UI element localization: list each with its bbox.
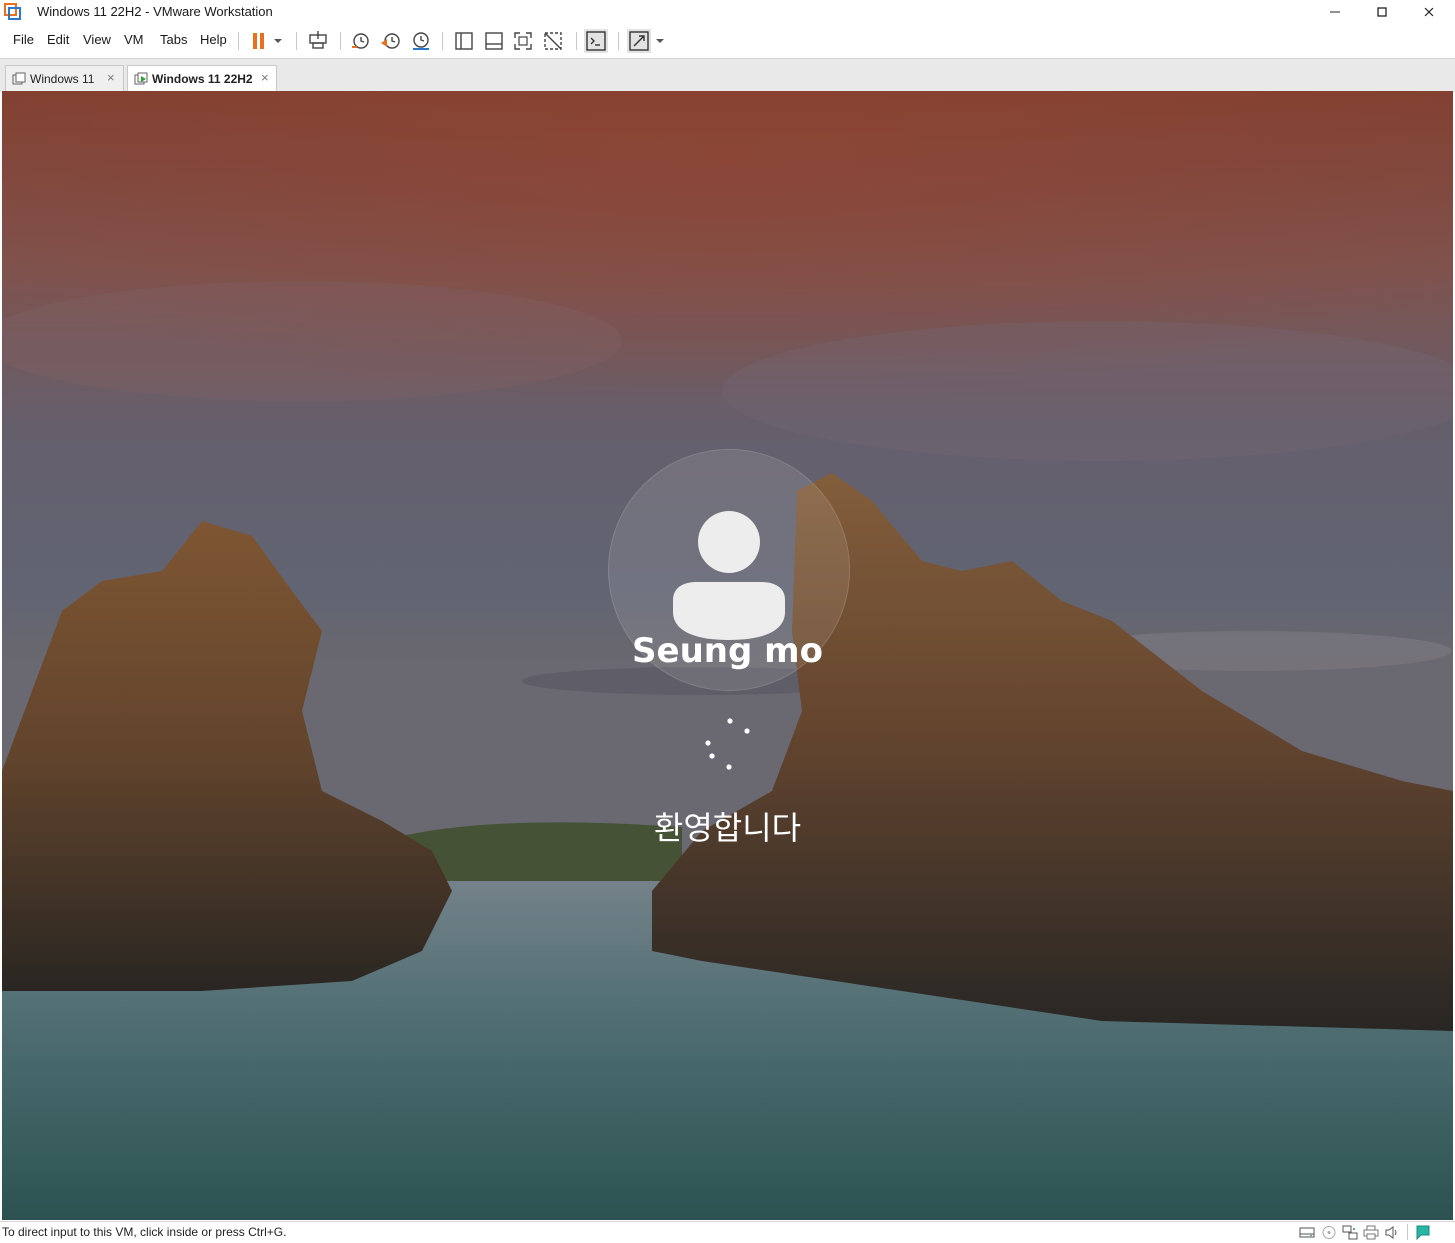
status-bar: To direct input to this VM, click inside… bbox=[0, 1221, 1455, 1243]
send-ctrl-alt-del-icon[interactable] bbox=[306, 29, 330, 53]
window-title: Windows 11 22H2 - VMware Workstation bbox=[37, 4, 273, 19]
menu-toolbar: File Edit View VM Tabs Help bbox=[0, 24, 1455, 57]
vm-display[interactable]: Seung mo 환영합니다 bbox=[2, 91, 1453, 1220]
maximize-button[interactable] bbox=[1359, 0, 1405, 23]
tab-strip: Windows 11 × Windows 11 22H2 × bbox=[0, 58, 1455, 92]
loading-spinner-icon bbox=[705, 718, 750, 770]
toolbar-separator bbox=[618, 32, 619, 50]
vm-running-tab-icon bbox=[134, 72, 148, 85]
full-screen-icon[interactable] bbox=[511, 29, 535, 53]
tab-label: Windows 11 bbox=[30, 72, 95, 86]
close-button[interactable] bbox=[1406, 0, 1452, 23]
snapshot-revert-icon[interactable] bbox=[379, 29, 403, 53]
minimize-button[interactable] bbox=[1312, 0, 1358, 23]
cd-dvd-icon[interactable] bbox=[1321, 1225, 1337, 1240]
menu-view[interactable]: View bbox=[83, 32, 111, 47]
status-separator bbox=[1407, 1224, 1408, 1240]
toolbar-separator bbox=[296, 32, 297, 50]
toolbar-separator bbox=[576, 32, 577, 50]
show-library-icon[interactable] bbox=[452, 29, 476, 53]
tab-windows-11-22h2[interactable]: Windows 11 22H2 × bbox=[127, 65, 277, 92]
snapshot-manager-icon[interactable] bbox=[409, 29, 433, 53]
user-name: Seung mo bbox=[632, 631, 823, 671]
toolbar-separator bbox=[340, 32, 341, 50]
close-tab-icon[interactable]: × bbox=[261, 70, 269, 85]
sound-icon[interactable] bbox=[1384, 1225, 1400, 1240]
printer-icon[interactable] bbox=[1363, 1225, 1379, 1240]
dropdown-arrow-icon[interactable] bbox=[270, 29, 286, 53]
menu-help[interactable]: Help bbox=[200, 32, 227, 47]
vmware-app-icon bbox=[4, 3, 21, 20]
welcome-message: 환영합니다 bbox=[653, 809, 802, 847]
console-view-icon[interactable] bbox=[584, 29, 608, 53]
vm-tab-icon bbox=[12, 72, 26, 85]
maximize-icon bbox=[1377, 6, 1387, 17]
menu-edit[interactable]: Edit bbox=[47, 32, 69, 47]
tab-windows-11[interactable]: Windows 11 × bbox=[5, 65, 124, 91]
stretch-guest-icon[interactable] bbox=[627, 29, 651, 53]
menu-vm[interactable]: VM bbox=[124, 32, 144, 47]
tab-label: Windows 11 22H2 bbox=[152, 72, 253, 86]
stretch-dropdown-icon[interactable] bbox=[652, 29, 668, 53]
menu-tabs[interactable]: Tabs bbox=[160, 32, 187, 47]
snapshot-take-icon[interactable] bbox=[349, 29, 373, 53]
network-icon[interactable] bbox=[1342, 1225, 1358, 1240]
menu-file[interactable]: File bbox=[13, 32, 34, 47]
close-tab-icon[interactable]: × bbox=[107, 70, 115, 85]
title-bar: Windows 11 22H2 - VMware Workstation bbox=[0, 0, 1455, 23]
unity-icon[interactable] bbox=[541, 29, 565, 53]
message-log-icon[interactable] bbox=[1415, 1225, 1431, 1240]
status-hint: To direct input to this VM, click inside… bbox=[2, 1225, 287, 1239]
pause-icon[interactable] bbox=[246, 29, 270, 53]
hard-disk-icon[interactable] bbox=[1299, 1225, 1315, 1240]
show-thumbnail-icon[interactable] bbox=[482, 29, 506, 53]
toolbar-separator bbox=[442, 32, 443, 50]
toolbar-separator bbox=[238, 32, 239, 50]
minimize-icon bbox=[1330, 11, 1340, 12]
close-icon bbox=[1424, 7, 1434, 16]
